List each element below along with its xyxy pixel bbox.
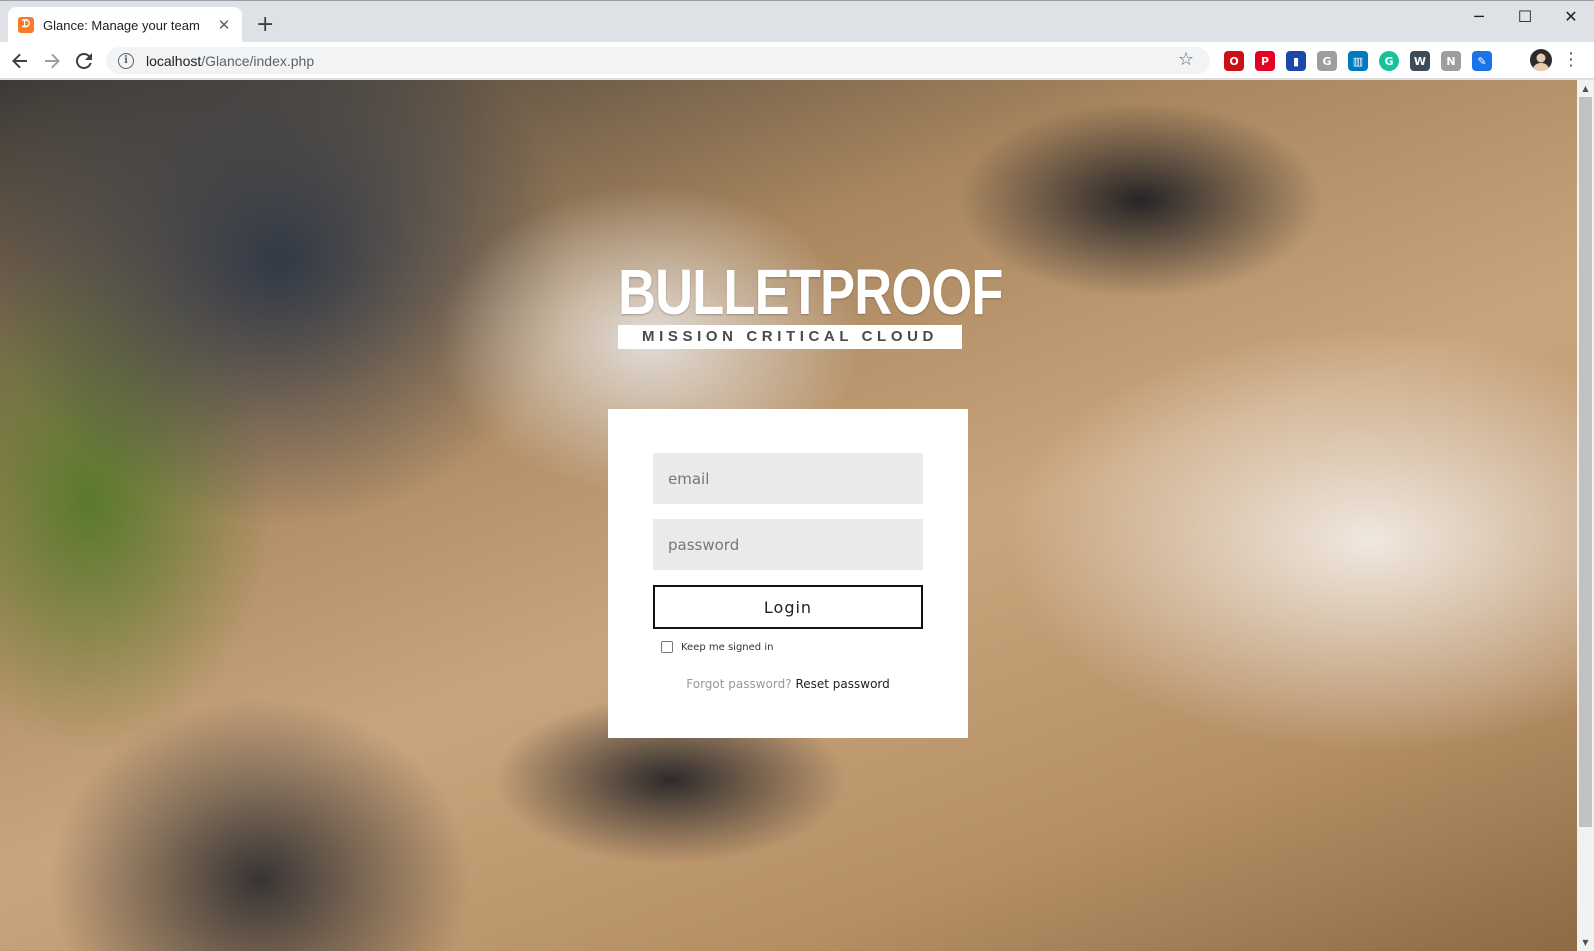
password-field[interactable] — [653, 519, 923, 570]
tab-close-icon[interactable]: ✕ — [216, 16, 232, 34]
trello-icon[interactable]: ▥ — [1348, 51, 1368, 71]
scroll-up-arrow-icon[interactable]: ▲ — [1577, 80, 1594, 97]
pinterest-icon[interactable]: P — [1255, 51, 1275, 71]
url-path: /Glance/index.php — [201, 52, 315, 69]
profile-avatar[interactable] — [1527, 46, 1555, 74]
scroll-down-arrow-icon[interactable]: ▼ — [1577, 934, 1594, 951]
url-host: localhost — [146, 52, 202, 69]
grammarly-g-icon[interactable]: G — [1317, 51, 1337, 71]
reset-password-link[interactable]: Reset password — [795, 677, 889, 691]
window-controls: ─ ☐ ✕ — [1456, 1, 1594, 31]
browser-menu-icon[interactable]: ⋮ — [1562, 49, 1580, 71]
grammarly-icon[interactable]: G — [1379, 51, 1399, 71]
avatar-icon — [1530, 49, 1552, 71]
forward-arrow-icon — [45, 53, 60, 69]
keep-signed-in-row: Keep me signed in — [661, 641, 773, 653]
forgot-password-text: Forgot password? — [686, 677, 792, 691]
browser-tab[interactable]: ᗪ Glance: Manage your team ✕ — [8, 7, 242, 43]
page-background-photo: BULLETPROOF MISSION CRITICAL CLOUD Login… — [0, 80, 1577, 951]
close-window-button[interactable]: ✕ — [1548, 1, 1594, 31]
scroll-thumb[interactable] — [1579, 97, 1592, 827]
bulletproof-logo: BULLETPROOF MISSION CRITICAL CLOUD — [618, 256, 1003, 349]
page-scrollbar[interactable]: ▲ ▼ — [1577, 80, 1594, 951]
bookmark-star-icon[interactable]: ☆ — [1178, 49, 1194, 70]
login-button[interactable]: Login — [653, 585, 923, 629]
forward-button[interactable] — [38, 47, 66, 75]
address-bar[interactable]: i localhost/Glance/index.php ☆ — [106, 47, 1210, 74]
notion-icon[interactable]: N — [1441, 51, 1461, 71]
minimize-button[interactable]: ─ — [1456, 1, 1502, 31]
forgot-password-row: Forgot password? Reset password — [608, 677, 968, 691]
browser-toolbar: i localhost/Glance/index.php ☆ O P ▮ G ▥ G W N ✎… — [0, 42, 1594, 79]
tab-title: Glance: Manage your team — [43, 17, 200, 33]
opera-icon[interactable]: O — [1224, 51, 1244, 71]
login-card: Login Keep me signed in Forgot password?… — [608, 409, 968, 738]
bookmark-icon[interactable]: ▮ — [1286, 51, 1306, 71]
url-text: localhost/Glance/index.php — [146, 53, 314, 69]
extensions-bar: O P ▮ G ▥ G W N ✎ — [1224, 51, 1492, 71]
wordtune-icon[interactable]: W — [1410, 51, 1430, 71]
xampp-favicon-icon: ᗪ — [18, 17, 34, 33]
back-button[interactable] — [6, 47, 34, 75]
back-arrow-icon — [12, 53, 27, 69]
new-tab-button[interactable]: + — [256, 11, 274, 39]
pen-extension-icon[interactable]: ✎ — [1472, 51, 1492, 71]
reload-icon — [76, 53, 92, 69]
keep-signed-in-checkbox[interactable] — [661, 641, 673, 653]
logo-tagline: MISSION CRITICAL CLOUD — [618, 325, 962, 349]
email-field[interactable] — [653, 453, 923, 504]
reload-button[interactable] — [70, 47, 98, 75]
site-info-icon[interactable]: i — [118, 52, 134, 69]
maximize-button[interactable]: ☐ — [1502, 1, 1548, 31]
keep-signed-in-label[interactable]: Keep me signed in — [681, 642, 773, 653]
tab-strip: ᗪ Glance: Manage your team ✕ + ─ ☐ ✕ — [0, 0, 1594, 43]
logo-wordmark: BULLETPROOF — [618, 256, 1003, 328]
